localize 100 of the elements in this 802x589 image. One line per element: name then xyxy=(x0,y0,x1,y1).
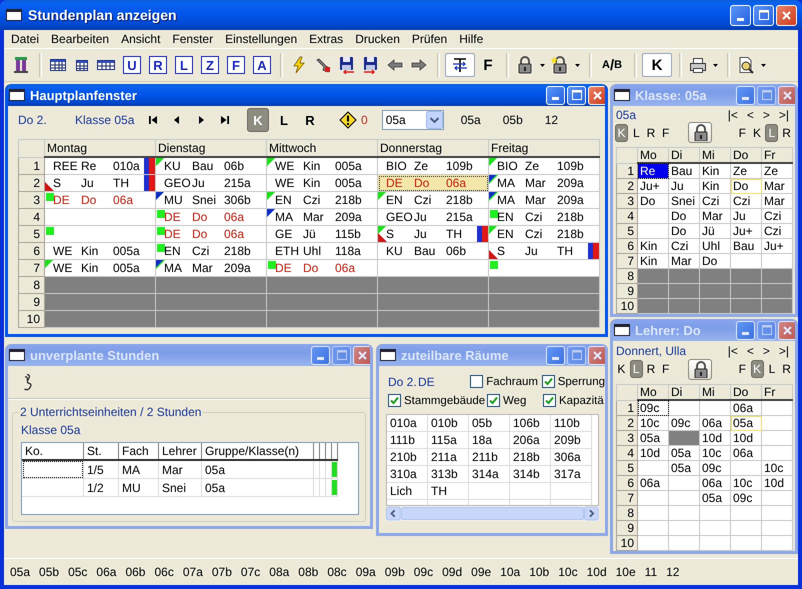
class-tab[interactable]: 11 xyxy=(644,565,658,579)
class-tab[interactable]: 10a xyxy=(500,565,520,579)
schedule-cell[interactable]: Do xyxy=(638,194,668,208)
schedule-cell[interactable]: Kin xyxy=(638,238,668,254)
close-button[interactable] xyxy=(776,4,797,26)
schedule-cell[interactable]: Kin xyxy=(638,254,668,268)
class-tab[interactable]: 05a xyxy=(10,565,30,579)
toolbar-button[interactable]: F xyxy=(227,56,245,74)
schedule-cell[interactable]: Ju+ xyxy=(730,224,762,238)
class-tab[interactable]: 06a xyxy=(96,565,116,579)
minimize-button[interactable] xyxy=(730,4,751,26)
timetable-cell[interactable]: GEOJu 215a xyxy=(156,174,266,192)
toolbar-button[interactable]: K xyxy=(642,53,672,77)
timetable-cell[interactable]: WE Kin 005a xyxy=(44,260,156,276)
schedule-cell[interactable] xyxy=(668,490,700,506)
class-tab[interactable]: 06b xyxy=(125,565,146,579)
timetable-cell[interactable]: WE Kin 005a xyxy=(44,242,156,260)
schedule-cell[interactable] xyxy=(668,476,700,490)
timetable-cell[interactable]: EN Czi 218b xyxy=(156,242,266,260)
schedule-cell[interactable]: 10d xyxy=(638,446,668,460)
class-tab[interactable]: 09d xyxy=(442,565,462,579)
previous-icon[interactable] xyxy=(172,115,182,125)
timetable-cell[interactable]: KU Bau 06b xyxy=(378,242,488,260)
timetable-cell[interactable]: GE Jü 115b xyxy=(266,226,378,242)
schedule-cell[interactable]: Kin xyxy=(700,178,730,194)
timetable-cell[interactable]: EN Czi 218b xyxy=(488,226,600,242)
schedule-cell[interactable]: Bau xyxy=(668,163,700,178)
close-button[interactable] xyxy=(588,86,605,104)
toolbar-button[interactable]: F xyxy=(477,53,499,77)
toolbar-button[interactable]: Z xyxy=(201,56,219,74)
schedule-cell[interactable]: Ju+ xyxy=(762,238,792,254)
schedule-cell[interactable]: 09c xyxy=(668,416,700,430)
schedule-cell[interactable]: Mar xyxy=(700,208,730,224)
schedule-cell[interactable]: Jü xyxy=(700,224,730,238)
menu-item[interactable]: Ansicht xyxy=(115,30,166,48)
schedule-cell[interactable]: 10c xyxy=(700,446,730,460)
schedule-cell[interactable]: 09c xyxy=(730,490,762,506)
schedule-cell[interactable]: Uhl xyxy=(700,238,730,254)
timetable-cell[interactable]: DE Do 06a xyxy=(156,208,266,226)
class-tab[interactable]: 10b xyxy=(529,565,550,579)
schedule-cell[interactable]: Ju+ xyxy=(638,178,668,194)
schedule-cell[interactable]: 09c xyxy=(638,400,668,416)
class-tab[interactable]: 10e xyxy=(616,565,636,579)
swap-icon[interactable] xyxy=(451,56,469,74)
class-link[interactable]: 05a xyxy=(460,113,481,127)
schedule-cell[interactable]: 10c xyxy=(730,476,762,490)
schedule-cell[interactable]: 10d xyxy=(762,476,792,490)
schedule-cell[interactable]: 05a xyxy=(638,430,668,446)
timetable-cell[interactable]: WE Kin 005a xyxy=(266,174,378,192)
menu-item[interactable]: Drucken xyxy=(349,30,406,48)
schedule-cell[interactable]: 05a xyxy=(700,490,730,506)
schedule-cell[interactable] xyxy=(638,490,668,506)
schedule-cell[interactable]: Czi xyxy=(668,238,700,254)
menu-item[interactable]: Bearbeiten xyxy=(45,30,116,48)
toolbar-button[interactable] xyxy=(445,53,475,77)
schedule-cell[interactable] xyxy=(762,416,792,430)
timetable-cell[interactable]: DE Do 06a xyxy=(44,192,156,208)
schedule-cell[interactable]: 05a xyxy=(668,446,700,460)
timetable-cell[interactable] xyxy=(378,260,488,276)
class-link[interactable]: 12 xyxy=(544,113,558,127)
schedule-cell[interactable] xyxy=(762,430,792,446)
class-tab[interactable]: 10d xyxy=(586,565,607,579)
timetable-cell[interactable]: DE Do 06a xyxy=(378,174,488,192)
schedule-cell[interactable] xyxy=(638,208,668,224)
dropdown-button[interactable] xyxy=(426,111,443,129)
timetable-cell[interactable]: S Ju TH xyxy=(488,242,600,260)
lock-icon[interactable] xyxy=(516,56,534,74)
timetable-cell[interactable]: EN Czi 218b xyxy=(378,192,488,208)
schedule-cell[interactable]: Czi xyxy=(762,208,792,224)
class-tab[interactable]: 09e xyxy=(471,565,492,579)
timetable-cell[interactable]: WE Kin 005a xyxy=(266,157,378,174)
schedule-cell[interactable]: Mar xyxy=(762,194,792,208)
class-tab[interactable]: 08c xyxy=(327,565,347,579)
timetable-cell[interactable]: MA Mar 209a xyxy=(156,260,266,276)
schedule-cell[interactable]: Czi xyxy=(700,194,730,208)
schedule-cell[interactable] xyxy=(638,224,668,238)
schedule-cell[interactable]: Do xyxy=(700,254,730,268)
schedule-cell[interactable]: 06a xyxy=(700,416,730,430)
schedule-cell[interactable]: Mar xyxy=(762,178,792,194)
maximize-button[interactable] xyxy=(753,4,774,26)
preview-icon[interactable] xyxy=(737,56,756,74)
menu-item[interactable]: Hilfe xyxy=(453,30,490,48)
schedule-cell[interactable] xyxy=(638,460,668,476)
timetable-cell[interactable]: EN Czi 218b xyxy=(266,192,378,208)
class-tab[interactable]: 07a xyxy=(182,565,203,579)
schedule-cell[interactable]: Snei xyxy=(668,194,700,208)
schedule-cell[interactable]: 06a xyxy=(730,400,762,416)
schedule-cell[interactable]: 10c xyxy=(762,460,792,476)
timetable-cell[interactable] xyxy=(44,208,156,226)
timetable-cell[interactable]: EN Czi 218b xyxy=(488,208,600,226)
caret-icon[interactable] xyxy=(575,64,580,66)
class-tab[interactable]: 09b xyxy=(384,565,405,579)
schedule-cell[interactable]: 10d xyxy=(730,430,762,446)
schedule-cell[interactable]: Do xyxy=(668,224,700,238)
class-tab[interactable]: 08a xyxy=(269,565,290,579)
toolbar-button[interactable]: R xyxy=(149,56,167,74)
class-tab[interactable]: 10c xyxy=(558,565,578,579)
class-link[interactable]: 05b xyxy=(502,113,523,127)
schedule-cell[interactable] xyxy=(700,400,730,416)
schedule-cell[interactable]: 10d xyxy=(700,430,730,446)
